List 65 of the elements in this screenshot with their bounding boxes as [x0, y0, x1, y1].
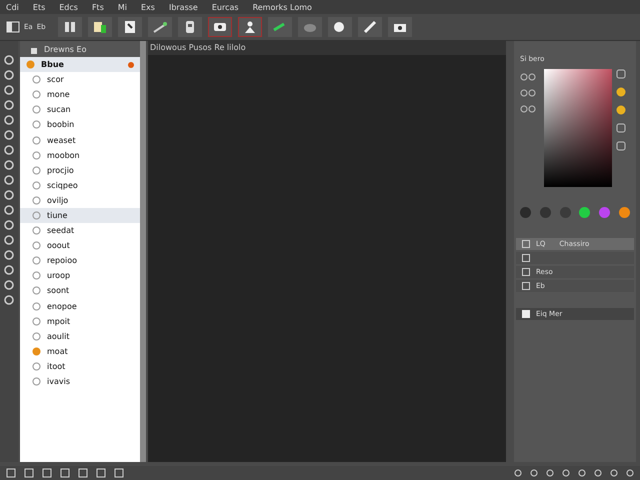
- layer-item[interactable]: seedat: [20, 223, 140, 238]
- channel-icon: [520, 89, 536, 97]
- layer-item[interactable]: scor: [20, 72, 140, 88]
- layer-item[interactable]: mpoit: [20, 314, 140, 329]
- channel-icon: [520, 73, 536, 81]
- status-dot: [128, 62, 134, 68]
- tool-button[interactable]: [238, 17, 262, 37]
- menu-item[interactable]: Exs: [140, 2, 155, 12]
- layer-item[interactable]: repoioo: [20, 253, 140, 268]
- tool-button[interactable]: [388, 17, 412, 37]
- channel-icon: [520, 105, 536, 113]
- tool-button[interactable]: [208, 17, 232, 37]
- color-swatch[interactable]: [520, 207, 531, 218]
- tool-button[interactable]: [268, 17, 292, 37]
- window-icon[interactable]: [6, 21, 20, 33]
- menu-item[interactable]: Cdi: [6, 2, 19, 12]
- tool-button[interactable]: [58, 17, 82, 37]
- menu-item[interactable]: Ets: [32, 2, 46, 12]
- layer-item[interactable]: moobon: [20, 148, 140, 163]
- color-swatch[interactable]: [540, 207, 551, 218]
- layer-item[interactable]: uroop: [20, 268, 140, 284]
- tool-button[interactable]: [178, 17, 202, 37]
- layer-item[interactable]: sciqpeo: [20, 178, 140, 193]
- card-icon: [212, 20, 228, 34]
- menu-item[interactable]: Mi: [118, 2, 127, 12]
- panel-title: Drewns Eo: [44, 44, 86, 54]
- layer-item[interactable]: mone: [20, 87, 140, 102]
- color-swatch[interactable]: [560, 207, 571, 218]
- frame-icon[interactable]: [616, 69, 626, 79]
- menu-item[interactable]: Edcs: [59, 2, 78, 12]
- layer-item[interactable]: itoot: [20, 358, 140, 374]
- tool-button[interactable]: [358, 17, 382, 37]
- square-icon: [522, 268, 530, 276]
- pen-icon: [152, 20, 168, 34]
- square-icon: [522, 240, 530, 248]
- tool-button[interactable]: [148, 17, 172, 37]
- layer-item[interactable]: Bbue: [20, 57, 140, 72]
- tool-button[interactable]: [88, 17, 112, 37]
- menu-item[interactable]: Eurcas: [212, 2, 239, 12]
- layer-item[interactable]: oviljo: [20, 192, 140, 208]
- square-icon: [522, 282, 530, 290]
- layer-item[interactable]: enopoe: [20, 298, 140, 314]
- square-icon: [522, 254, 530, 262]
- swatch-icon: [522, 310, 530, 318]
- layer-item[interactable]: ooout: [20, 238, 140, 254]
- layer-item[interactable]: ivavis: [20, 374, 140, 390]
- color-gradient[interactable]: [544, 69, 612, 187]
- layer-item[interactable]: aoulit: [20, 328, 140, 344]
- color-swatch[interactable]: [579, 207, 590, 218]
- layer-item[interactable]: sucan: [20, 102, 140, 118]
- tool-button[interactable]: [118, 17, 142, 37]
- layer-item[interactable]: tiune: [20, 208, 140, 224]
- tool-button[interactable]: [328, 17, 352, 37]
- layer-item[interactable]: procjio: [20, 162, 140, 178]
- doc-icon: [92, 20, 108, 34]
- layer-item[interactable]: soont: [20, 283, 140, 298]
- layer-item[interactable]: boobin: [20, 117, 140, 132]
- document-title: Dilowous Pusos Re lilolo: [150, 43, 246, 52]
- color-swatch[interactable]: [618, 207, 630, 218]
- layer-item[interactable]: moat: [20, 344, 140, 359]
- layer-item[interactable]: weaset: [20, 132, 140, 148]
- menu-item[interactable]: Fts: [92, 2, 104, 12]
- color-swatch[interactable]: [599, 207, 610, 218]
- menu-item[interactable]: Remorks Lomo: [252, 2, 312, 12]
- menu-item[interactable]: Ibrasse: [168, 2, 198, 12]
